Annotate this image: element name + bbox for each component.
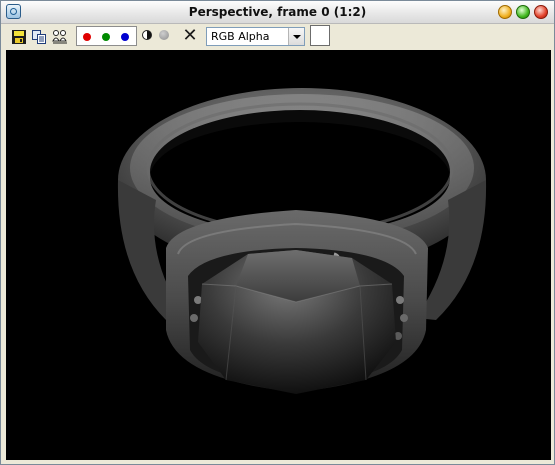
- copy-icon[interactable]: [31, 29, 47, 45]
- blue-channel-button[interactable]: [118, 30, 132, 44]
- green-channel-icon: [102, 33, 110, 41]
- clone-icon[interactable]: [52, 29, 68, 45]
- ring-render-image: [117, 88, 487, 394]
- channel-display-select[interactable]: RGB Alpha: [206, 27, 305, 46]
- channel-select-value: RGB Alpha: [211, 30, 270, 43]
- color-swatch[interactable]: [310, 25, 330, 46]
- red-channel-icon: [83, 33, 91, 41]
- maximize-button[interactable]: [516, 5, 530, 19]
- green-channel-button[interactable]: [99, 30, 113, 44]
- window-title: Perspective, frame 0 (1:2): [188, 5, 367, 19]
- title-bar[interactable]: Perspective, frame 0 (1:2): [1, 1, 554, 24]
- minimize-button[interactable]: [498, 5, 512, 19]
- render-viewport: [6, 50, 551, 460]
- channel-toggle-group: [76, 26, 137, 46]
- blue-channel-icon: [121, 33, 129, 41]
- close-button[interactable]: [534, 5, 548, 19]
- toolbar: ✕ RGB Alpha: [1, 24, 554, 49]
- save-icon[interactable]: [11, 29, 27, 45]
- monochrome-icon[interactable]: [142, 30, 152, 40]
- clear-icon[interactable]: ✕: [181, 25, 199, 47]
- red-channel-button[interactable]: [80, 30, 94, 44]
- chevron-down-icon[interactable]: [288, 28, 304, 45]
- alpha-channel-icon[interactable]: [159, 30, 169, 40]
- render-frame-window: Perspective, frame 0 (1:2) ✕ RGB Alpha: [0, 0, 555, 465]
